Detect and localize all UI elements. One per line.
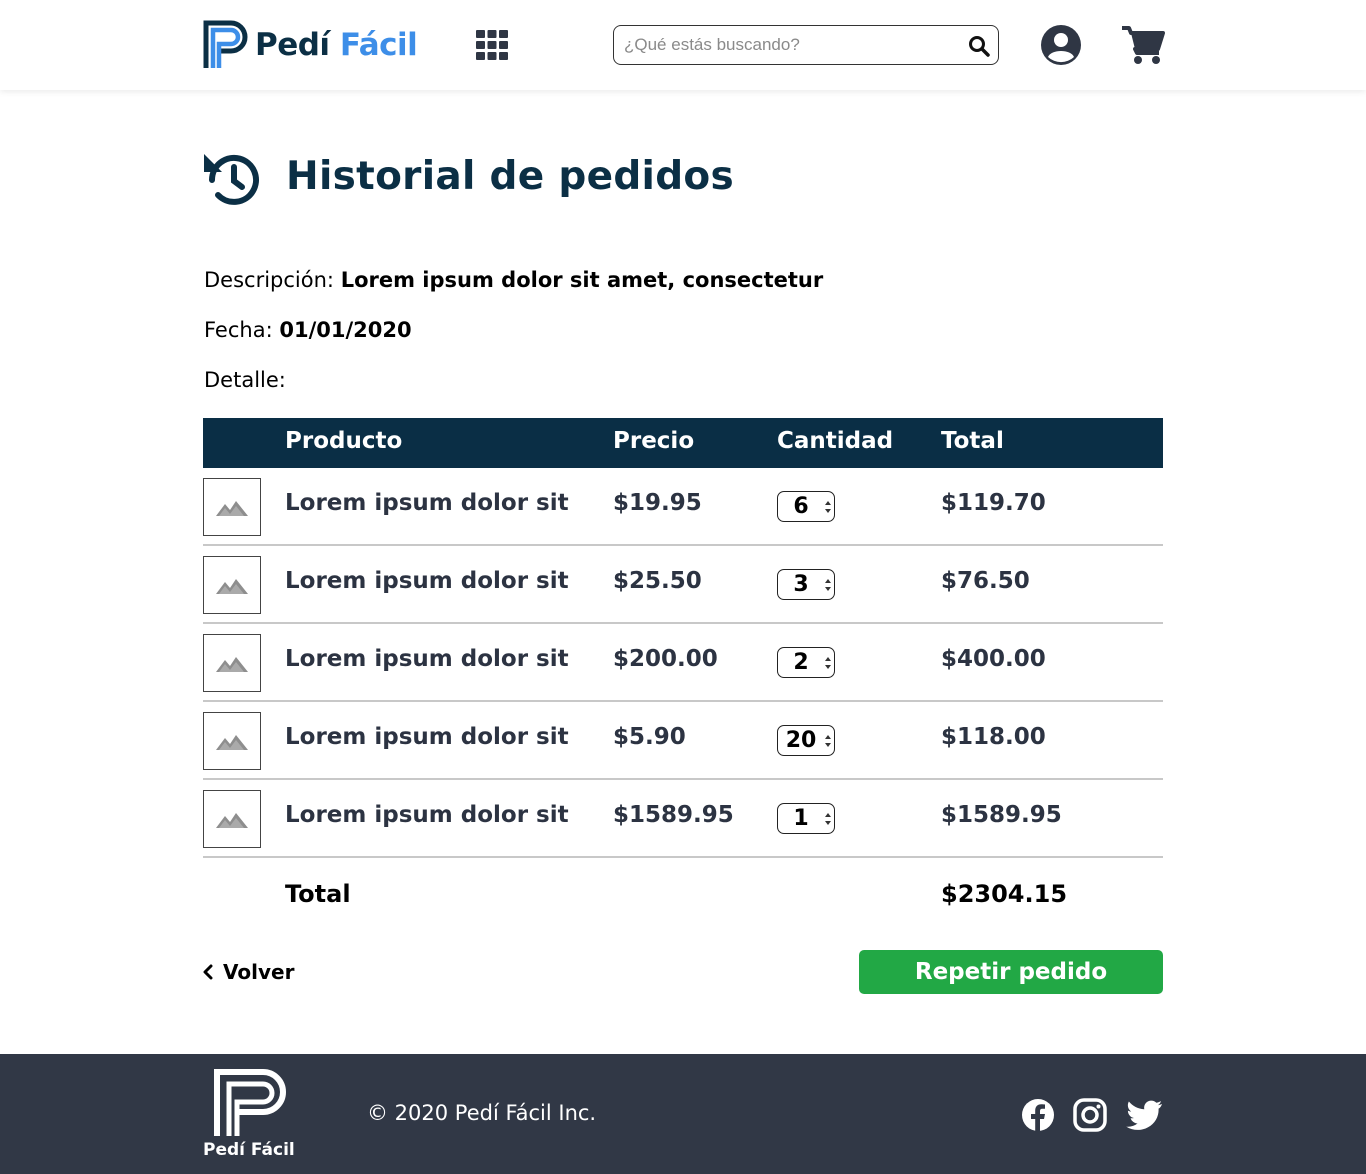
spinner-arrows-icon (825, 812, 831, 825)
quantity-select[interactable]: 2 (777, 647, 835, 678)
header: Pedí Fácil (0, 0, 1366, 90)
table-row: Lorem ipsum dolor sit $1589.95 1 $1589.9… (203, 780, 1163, 858)
quantity-select[interactable]: 1 (777, 803, 835, 834)
table-row: Lorem ipsum dolor sit $5.90 20 $118.00 (203, 702, 1163, 780)
product-price: $25.50 (613, 568, 702, 594)
footer-brand: Pedí Fácil (203, 1140, 295, 1160)
product-image-placeholder (203, 712, 261, 770)
table-row: Lorem ipsum dolor sit $25.50 3 $76.50 (203, 546, 1163, 624)
date-value: 01/01/2020 (279, 318, 412, 342)
table-row: Lorem ipsum dolor sit $19.95 6 $119.70 (203, 468, 1163, 546)
product-price: $5.90 (613, 724, 686, 750)
product-price: $19.95 (613, 490, 702, 516)
copyright: © 2020 Pedí Fácil Inc. (367, 1101, 597, 1125)
repeat-order-button[interactable]: Repetir pedido (859, 950, 1163, 994)
footer-logo-mark-icon (214, 1069, 286, 1136)
product-image-placeholder (203, 556, 261, 614)
total-value: $2304.15 (941, 880, 1068, 908)
description-value: Lorem ipsum dolor sit amet, consectetur (340, 268, 824, 292)
facebook-icon[interactable] (1021, 1098, 1055, 1132)
footer: Pedí Fácil © 2020 Pedí Fácil Inc. (0, 1054, 1366, 1174)
spinner-arrows-icon (825, 734, 831, 747)
brand-name-part1: Pedí (255, 27, 330, 63)
description-label: Descripción: (204, 268, 334, 292)
user-account-icon[interactable] (1040, 24, 1082, 66)
spinner-arrows-icon (825, 500, 831, 513)
description-line: Descripción: Lorem ipsum dolor sit amet,… (204, 268, 823, 292)
image-placeholder-icon (216, 813, 248, 828)
search-input[interactable] (614, 27, 954, 63)
quantity-value: 2 (793, 650, 809, 675)
apps-grid-icon[interactable] (476, 30, 508, 60)
back-label: Volver (223, 960, 295, 984)
quantity-value: 6 (793, 494, 809, 519)
header-price: Precio (613, 428, 695, 454)
product-name: Lorem ipsum dolor sit (285, 568, 569, 594)
row-total: $118.00 (941, 724, 1046, 750)
product-image-placeholder (203, 790, 261, 848)
product-price: $1589.95 (613, 802, 734, 828)
row-total: $119.70 (941, 490, 1046, 516)
total-label: Total (285, 880, 351, 908)
logo-mark-icon (203, 20, 248, 68)
header-quantity: Cantidad (777, 428, 894, 454)
instagram-icon[interactable] (1073, 1098, 1107, 1132)
product-name: Lorem ipsum dolor sit (285, 802, 569, 828)
cart-icon[interactable] (1121, 25, 1165, 65)
header-product: Producto (285, 428, 403, 454)
search-icon[interactable] (968, 35, 990, 57)
total-row: Total $2304.15 (203, 858, 1163, 932)
quantity-select[interactable]: 20 (777, 725, 835, 756)
detail-label: Detalle: (204, 368, 286, 392)
image-placeholder-icon (216, 735, 248, 750)
search-bar (613, 25, 999, 65)
row-total: $1589.95 (941, 802, 1062, 828)
page-title: Historial de pedidos (286, 154, 735, 199)
chevron-left-icon (203, 964, 213, 980)
product-name: Lorem ipsum dolor sit (285, 646, 569, 672)
back-link[interactable]: Volver (203, 960, 294, 984)
row-total: $76.50 (941, 568, 1030, 594)
product-name: Lorem ipsum dolor sit (285, 724, 569, 750)
brand-logo[interactable]: Pedí Fácil (203, 20, 418, 70)
table-header: Producto Precio Cantidad Total (203, 418, 1163, 468)
quantity-value: 3 (793, 572, 809, 597)
product-image-placeholder (203, 478, 261, 536)
product-image-placeholder (203, 634, 261, 692)
header-total: Total (941, 428, 1004, 454)
quantity-select[interactable]: 3 (777, 569, 835, 600)
product-price: $200.00 (613, 646, 718, 672)
row-total: $400.00 (941, 646, 1046, 672)
image-placeholder-icon (216, 579, 248, 594)
quantity-value: 1 (793, 806, 809, 831)
date-label: Fecha: (204, 318, 273, 342)
spinner-arrows-icon (825, 656, 831, 669)
quantity-value: 20 (785, 728, 817, 753)
brand-name: Pedí Fácil (255, 27, 418, 63)
brand-name-part2: Fácil (339, 27, 418, 63)
product-name: Lorem ipsum dolor sit (285, 490, 569, 516)
image-placeholder-icon (216, 657, 248, 672)
date-line: Fecha: 01/01/2020 (204, 318, 412, 342)
spinner-arrows-icon (825, 578, 831, 591)
quantity-select[interactable]: 6 (777, 491, 835, 522)
image-placeholder-icon (216, 501, 248, 516)
footer-logo[interactable]: Pedí Fácil (203, 1068, 295, 1164)
twitter-icon[interactable] (1125, 1098, 1163, 1132)
table-row: Lorem ipsum dolor sit $200.00 2 $400.00 (203, 624, 1163, 702)
history-icon (204, 154, 259, 205)
order-table: Producto Precio Cantidad Total Lorem ips… (203, 418, 1163, 932)
